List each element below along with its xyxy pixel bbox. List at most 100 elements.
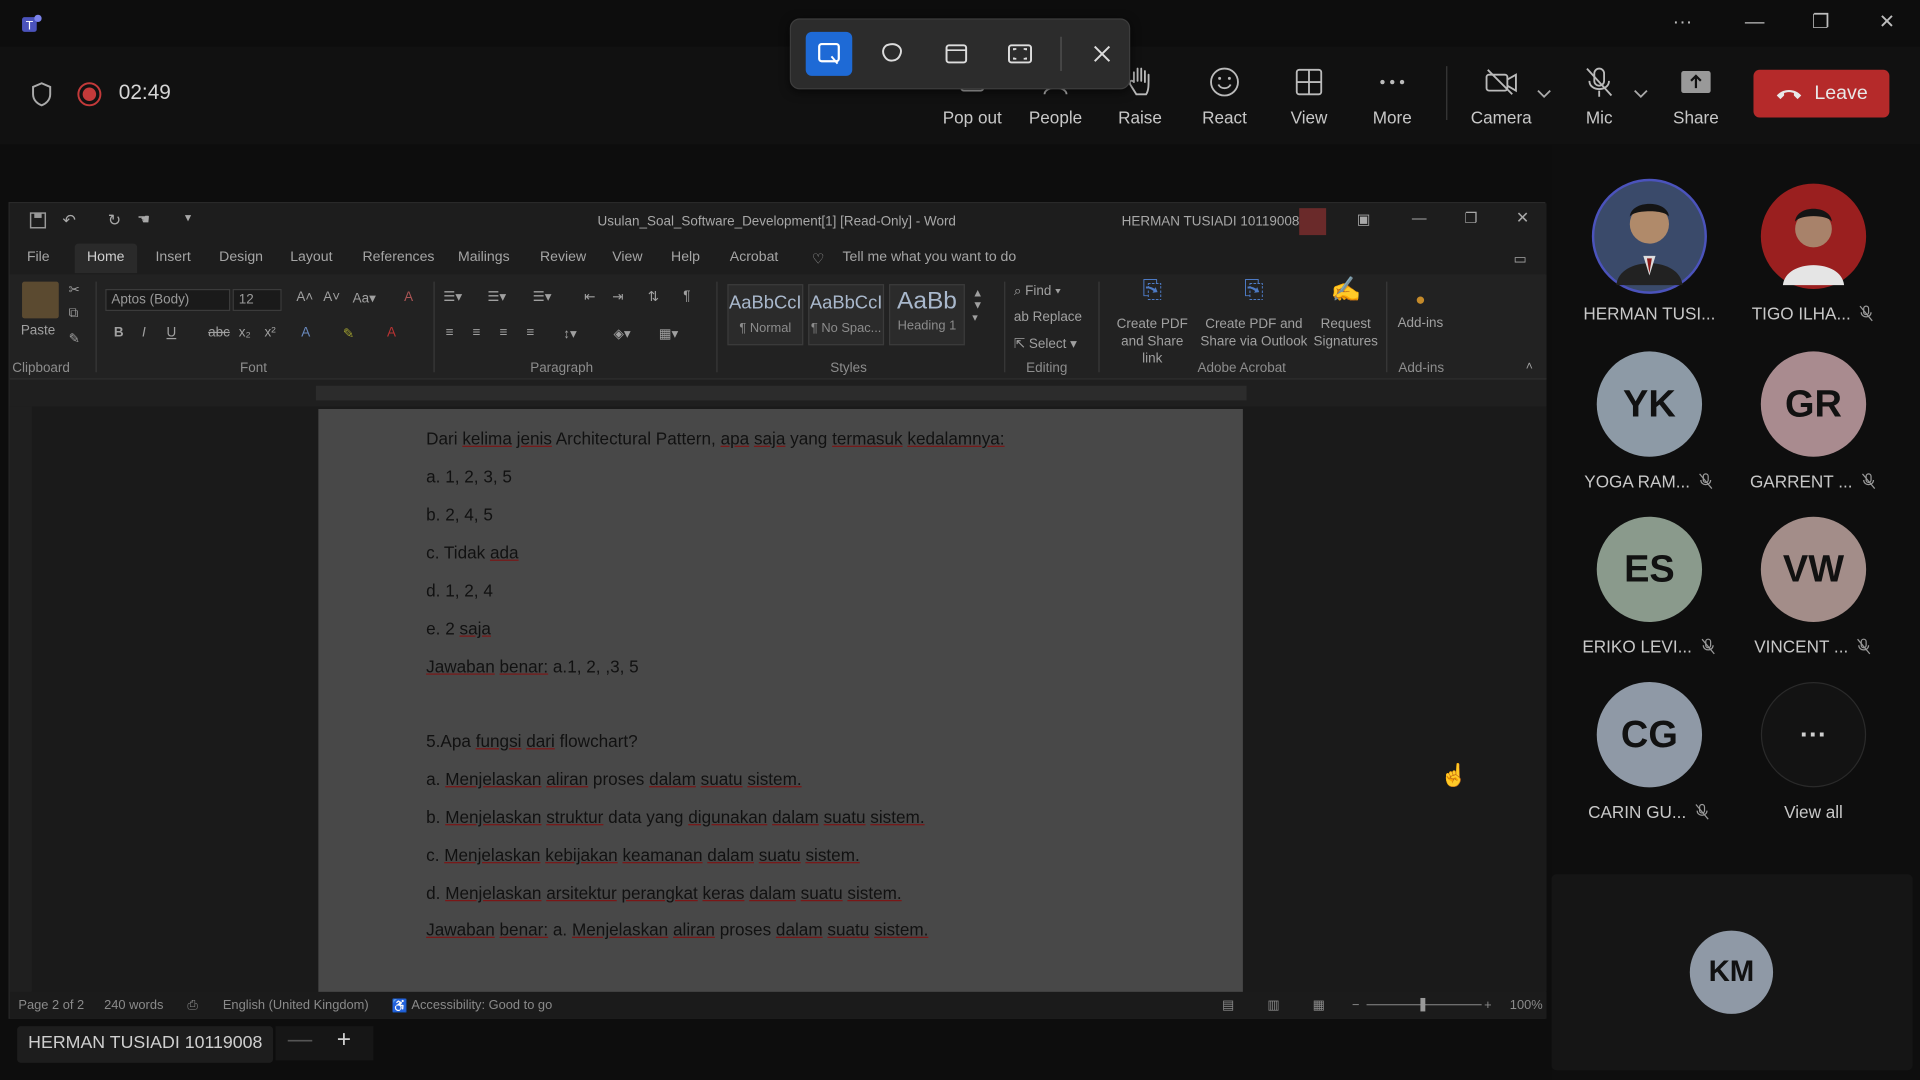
styles-more-icon[interactable]: ▲ ▼ ▾ <box>972 287 983 325</box>
line-spacing-icon[interactable]: ↕▾ <box>563 326 577 342</box>
tab-file[interactable]: File <box>27 250 50 265</box>
bold-icon[interactable]: B <box>114 326 124 341</box>
participant-tile[interactable]: VW VINCENT ... <box>1734 516 1893 656</box>
close-snip-button[interactable] <box>1079 32 1126 76</box>
camera-options-chevron-icon[interactable] <box>1536 88 1553 100</box>
tab-layout[interactable]: Layout <box>290 250 332 265</box>
numbering-icon[interactable]: ☰▾ <box>487 289 506 305</box>
doc-line[interactable]: Jawaban benar: a.1, 2, ,3, 5 <box>426 656 639 676</box>
superscript-icon[interactable]: x² <box>264 326 275 341</box>
underline-icon[interactable]: U <box>167 326 177 341</box>
restore-button[interactable]: ❐ <box>1804 10 1838 37</box>
style-no-spacing[interactable]: AaBbCcI ¶ No Spac... <box>808 284 885 346</box>
font-size-combo[interactable]: 12 <box>232 288 282 312</box>
participant-tile[interactable]: ES ERIKO LEVI... <box>1570 516 1729 656</box>
web-layout-icon[interactable]: ▦ <box>1313 998 1325 1013</box>
window-snip-button[interactable] <box>933 32 980 76</box>
align-left-icon[interactable]: ≡ <box>446 326 454 341</box>
view-button[interactable]: View <box>1266 61 1352 134</box>
customize-qat-icon[interactable]: ▾ <box>185 212 191 225</box>
camera-button[interactable]: Camera <box>1458 61 1544 134</box>
format-painter-icon[interactable]: ✎ <box>69 331 80 347</box>
cut-icon[interactable]: ✂ <box>69 282 80 298</box>
tab-references[interactable]: References <box>362 250 434 265</box>
style-normal[interactable]: AaBbCcI ¶ Normal <box>727 284 804 346</box>
word-close-button[interactable]: ✕ <box>1516 208 1529 228</box>
doc-line[interactable]: Dari kelima jenis Architectural Pattern,… <box>426 429 1004 449</box>
accessibility-icon[interactable]: ♿ <box>392 998 408 1014</box>
zoom-slider-thumb[interactable] <box>1420 997 1426 1012</box>
ribbon-display-icon[interactable]: ▣ <box>1357 211 1371 228</box>
doc-line[interactable]: c. Menjelaskan kebijakan keamanan dalam … <box>426 845 860 865</box>
mic-options-chevron-icon[interactable] <box>1632 88 1649 100</box>
tab-help[interactable]: Help <box>671 250 700 265</box>
tab-review[interactable]: Review <box>540 250 586 265</box>
participant-tile[interactable]: HERMAN TUSI... <box>1570 178 1729 323</box>
horizontal-ruler[interactable] <box>9 379 1547 407</box>
justify-icon[interactable]: ≡ <box>527 326 535 341</box>
doc-line[interactable]: b. 2, 4, 5 <box>426 504 493 524</box>
tab-design[interactable]: Design <box>219 250 263 265</box>
freeform-snip-button[interactable] <box>869 32 916 76</box>
zoom-out-icon[interactable]: − <box>1352 998 1360 1013</box>
shading-icon[interactable]: ◈▾ <box>613 326 630 342</box>
zoom-out-button[interactable]: — <box>288 1026 312 1054</box>
leave-button[interactable]: Leave <box>1753 69 1890 118</box>
doc-line[interactable]: c. Tidak ada <box>426 542 518 562</box>
tab-insert[interactable]: Insert <box>156 250 191 265</box>
participant-tile[interactable]: TIGO ILHA... <box>1734 183 1893 323</box>
fullscreen-snip-button[interactable] <box>997 32 1044 76</box>
view-all-button[interactable]: ··· View all <box>1734 682 1893 822</box>
word-minimize-button[interactable]: — <box>1412 209 1427 226</box>
replace-button[interactable]: ab Replace <box>1014 310 1082 325</box>
borders-icon[interactable]: ▦▾ <box>659 326 678 342</box>
vertical-ruler[interactable] <box>9 406 32 992</box>
clear-formatting-icon[interactable]: A <box>404 290 413 305</box>
doc-line[interactable]: 5.Apa fungsi dari flowchart? <box>426 731 638 751</box>
align-right-icon[interactable]: ≡ <box>500 326 508 341</box>
word-count[interactable]: 240 words <box>104 998 163 1013</box>
participant-tile[interactable]: YK YOGA RAM... <box>1570 351 1729 491</box>
print-layout-icon[interactable]: ▥ <box>1267 998 1279 1013</box>
undo-icon[interactable]: ↶ <box>62 211 75 231</box>
tab-acrobat[interactable]: Acrobat <box>730 250 779 265</box>
find-button[interactable]: ⌕ Find ▾ <box>1014 284 1061 300</box>
more-options-icon[interactable]: ··· <box>1665 10 1699 37</box>
highlight-icon[interactable]: ✎ <box>343 326 354 342</box>
touch-mode-icon[interactable]: ☚ <box>137 211 150 228</box>
participant-tile[interactable]: GR GARRENT ... <box>1734 351 1893 491</box>
copy-icon[interactable]: ⧉ <box>69 306 79 322</box>
doc-line[interactable]: Jawaban benar: a. Menjelaskan aliran pro… <box>426 920 928 940</box>
italic-icon[interactable]: I <box>142 326 146 341</box>
strikethrough-icon[interactable]: abc <box>208 326 230 341</box>
paste-icon[interactable] <box>22 281 59 319</box>
increase-indent-icon[interactable]: ⇥ <box>612 289 623 305</box>
bullets-icon[interactable]: ☰▾ <box>443 289 462 305</box>
multilevel-list-icon[interactable]: ☰▾ <box>533 289 552 305</box>
change-case-icon[interactable]: Aa▾ <box>353 290 376 306</box>
subscript-icon[interactable]: x₂ <box>239 326 251 341</box>
doc-line[interactable]: d. 1, 2, 4 <box>426 580 493 600</box>
share-button[interactable]: Share <box>1653 61 1739 134</box>
style-heading-1[interactable]: AaBb Heading 1 <box>888 284 965 346</box>
doc-line[interactable]: e. 2 saja <box>426 618 491 638</box>
react-button[interactable]: React <box>1182 61 1268 134</box>
word-restore-button[interactable]: ❐ <box>1465 209 1478 226</box>
rectangle-snip-button[interactable] <box>805 31 853 76</box>
participant-tile[interactable]: CG CARIN GU... <box>1570 682 1729 822</box>
read-mode-icon[interactable]: ▤ <box>1222 998 1234 1013</box>
show-marks-icon[interactable]: ¶ <box>683 289 690 304</box>
sort-icon[interactable]: ⇅ <box>648 289 659 305</box>
close-button[interactable]: ✕ <box>1870 10 1904 37</box>
document-page[interactable]: Dari kelima jenis Architectural Pattern,… <box>318 408 1243 997</box>
tab-mailings[interactable]: Mailings <box>458 250 510 265</box>
minimize-button[interactable]: — <box>1738 10 1772 37</box>
request-signatures-button[interactable]: ✍ Request Signatures <box>1310 278 1381 351</box>
save-icon[interactable] <box>29 212 47 229</box>
user-avatar[interactable] <box>1299 208 1327 236</box>
paste-label[interactable]: Paste <box>21 323 55 338</box>
language[interactable]: English (United Kingdom) <box>223 998 369 1013</box>
tab-home[interactable]: Home <box>74 243 137 274</box>
addins-button[interactable]: ● Add-ins <box>1393 282 1447 331</box>
mic-button[interactable]: Mic <box>1556 61 1642 134</box>
